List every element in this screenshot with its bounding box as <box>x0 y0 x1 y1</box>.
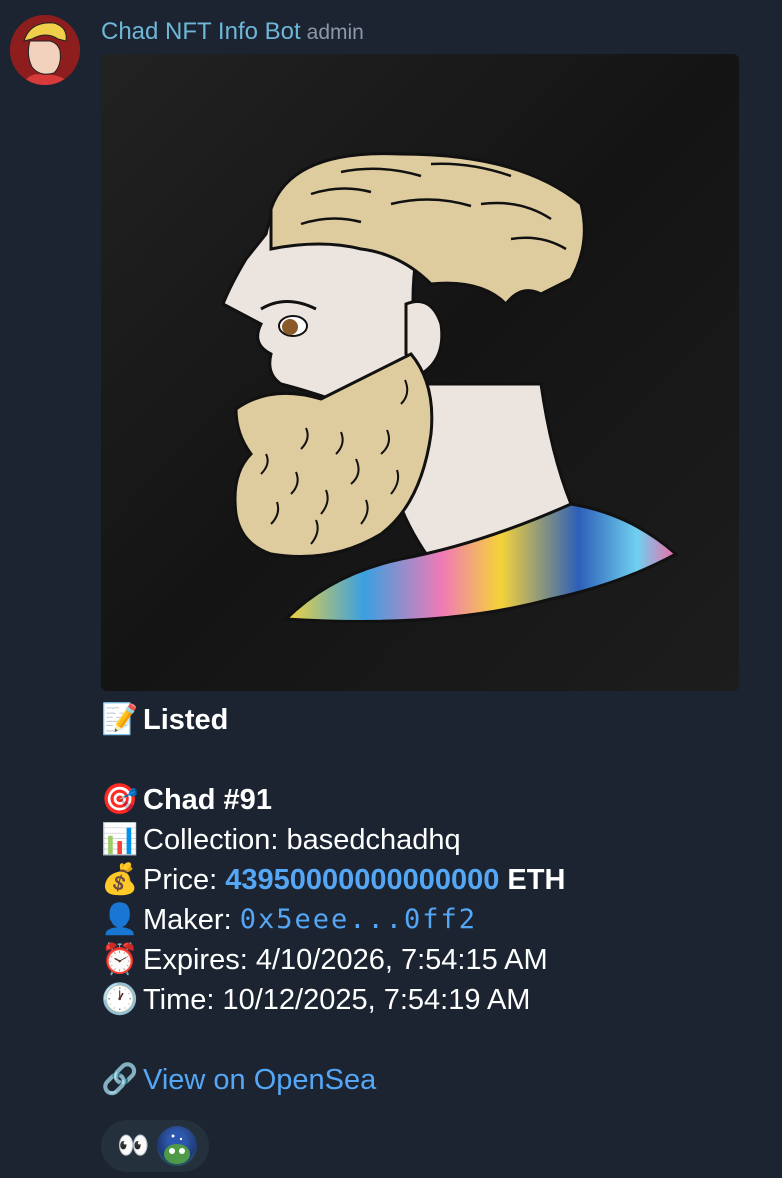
clock-icon: 🕐 <box>101 982 139 1017</box>
user-icon: 👤 <box>101 902 139 937</box>
message-caption: 📝 Listed 🎯 Chad #91 📊 Collection: basedc… <box>101 700 761 1100</box>
collection-label: Collection: <box>143 824 287 856</box>
reaction-chip[interactable]: 👀 <box>101 1120 209 1172</box>
sender-role-badge: admin <box>306 21 364 44</box>
message-sender[interactable]: Chad NFT Info Bot admin <box>101 18 364 46</box>
status-text: Listed <box>143 704 229 736</box>
price-line: 💰 Price: 43950000000000000 ETH <box>101 860 761 900</box>
sender-name[interactable]: Chad NFT Info Bot <box>101 18 301 45</box>
target-icon: 🎯 <box>101 782 139 817</box>
expires-line: ⏰ Expires: 4/10/2026, 7:54:15 AM <box>101 940 761 980</box>
alarm-clock-icon: ⏰ <box>101 942 139 977</box>
price-value[interactable]: 43950000000000000 <box>225 860 499 900</box>
time-text: Time: 10/12/2025, 7:54:19 AM <box>143 984 531 1016</box>
chad-nft-image[interactable] <box>101 54 739 691</box>
maker-line: 👤 Maker: 0x5eee...0ff2 <box>101 900 761 940</box>
maker-address[interactable]: 0x5eee...0ff2 <box>240 900 477 940</box>
time-line: 🕐 Time: 10/12/2025, 7:54:19 AM <box>101 980 761 1020</box>
link-line: 🔗 View on OpenSea <box>101 1060 761 1100</box>
price-unit: ETH <box>499 864 566 896</box>
title-line: 🎯 Chad #91 <box>101 780 761 820</box>
maker-label: Maker: <box>143 904 240 936</box>
money-bag-icon: 💰 <box>101 862 139 897</box>
nft-title: Chad #91 <box>143 784 272 816</box>
chart-icon: 📊 <box>101 822 139 857</box>
collection-line: 📊 Collection: basedchadhq <box>101 820 761 860</box>
price-label: Price: <box>143 864 226 896</box>
status-line: 📝 Listed <box>101 700 761 740</box>
memo-icon: 📝 <box>101 702 139 737</box>
collection-value: basedchadhq <box>286 824 461 856</box>
chad-avatar-icon[interactable] <box>10 15 80 85</box>
eyes-reaction-icon: 👀 <box>117 1131 150 1161</box>
reactor-avatar-icon <box>157 1126 198 1166</box>
opensea-link[interactable]: View on OpenSea <box>143 1060 376 1100</box>
expires-text: Expires: 4/10/2026, 7:54:15 AM <box>143 944 548 976</box>
link-icon: 🔗 <box>101 1062 139 1097</box>
